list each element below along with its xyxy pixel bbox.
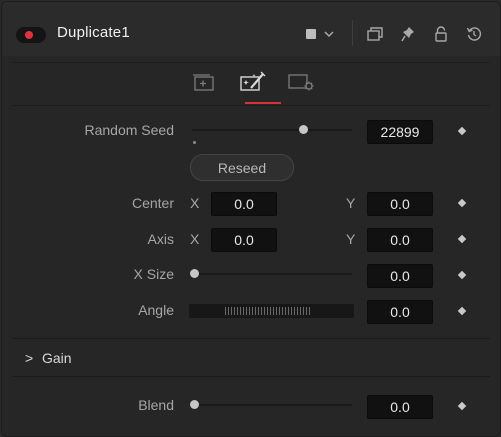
axis-y-field[interactable]: 0.0 [367, 228, 433, 252]
center-label: Center [131, 195, 174, 211]
gain-label: Gain [42, 350, 72, 366]
random-seed-keyframe-icon[interactable] [457, 126, 467, 136]
center-x-field[interactable]: 0.0 [211, 192, 277, 216]
axis-keyframe-icon[interactable] [457, 234, 467, 244]
random-seed-field[interactable]: 22899 [367, 120, 433, 144]
center-y-label: Y [346, 195, 356, 211]
tab-settings[interactable] [286, 71, 316, 93]
blend-slider-knob[interactable] [190, 400, 199, 409]
axis-label: Axis [147, 231, 174, 247]
tab-controls[interactable] [238, 71, 268, 93]
inspector-panel: Duplicate1 Random Seed 22899 Reseed Cent… [1, 1, 501, 437]
gain-section-header[interactable]: > Gain [12, 340, 490, 376]
x-size-slider-knob[interactable] [190, 269, 199, 278]
version-icon[interactable] [365, 24, 385, 44]
section-divider [12, 376, 490, 377]
color-swatch-icon[interactable] [303, 24, 319, 44]
random-seed-slider-knob[interactable] [298, 125, 308, 134]
angle-field[interactable]: 0.0 [367, 300, 433, 324]
inspector-tabs [12, 62, 490, 105]
center-x-label: X [190, 195, 200, 211]
image-tab-icon [193, 74, 214, 91]
controls-tab-icon [240, 71, 266, 91]
axis-x-label: X [190, 231, 200, 247]
blend-field[interactable]: 0.0 [367, 395, 433, 419]
chevron-down-icon[interactable] [321, 24, 337, 44]
section-divider [12, 105, 490, 106]
pin-icon[interactable] [398, 24, 418, 44]
x-size-label: X Size [133, 266, 174, 282]
tab-image[interactable] [188, 71, 218, 93]
x-size-field[interactable]: 0.0 [367, 264, 433, 288]
tool-title: Duplicate1 [57, 24, 130, 41]
angle-thumbwheel[interactable] [189, 304, 354, 318]
lock-icon[interactable] [431, 24, 451, 44]
random-seed-label: Random Seed [84, 122, 174, 138]
random-seed-slider[interactable] [192, 129, 352, 131]
x-size-slider[interactable] [192, 273, 352, 275]
blend-label: Blend [138, 397, 174, 413]
chevron-right-icon: > [25, 350, 34, 366]
blend-keyframe-icon[interactable] [457, 401, 467, 411]
active-tab-underline [245, 102, 281, 104]
axis-y-label: Y [346, 231, 356, 247]
center-y-field[interactable]: 0.0 [367, 192, 433, 216]
slider-default-marker [193, 141, 196, 144]
x-size-keyframe-icon[interactable] [457, 270, 467, 280]
power-toggle[interactable] [16, 27, 46, 43]
header-separator [352, 20, 353, 46]
blend-slider[interactable] [192, 404, 352, 406]
power-indicator-icon [25, 31, 33, 39]
reset-icon[interactable] [464, 24, 484, 44]
axis-x-field[interactable]: 0.0 [211, 228, 277, 252]
tool-header: Duplicate1 [2, 2, 500, 56]
thumbwheel-ticks [225, 307, 311, 315]
settings-tab-icon [288, 74, 314, 91]
angle-keyframe-icon[interactable] [457, 306, 467, 316]
center-keyframe-icon[interactable] [457, 198, 467, 208]
reseed-button[interactable]: Reseed [190, 154, 294, 181]
section-divider [12, 338, 490, 339]
angle-label: Angle [138, 302, 174, 318]
